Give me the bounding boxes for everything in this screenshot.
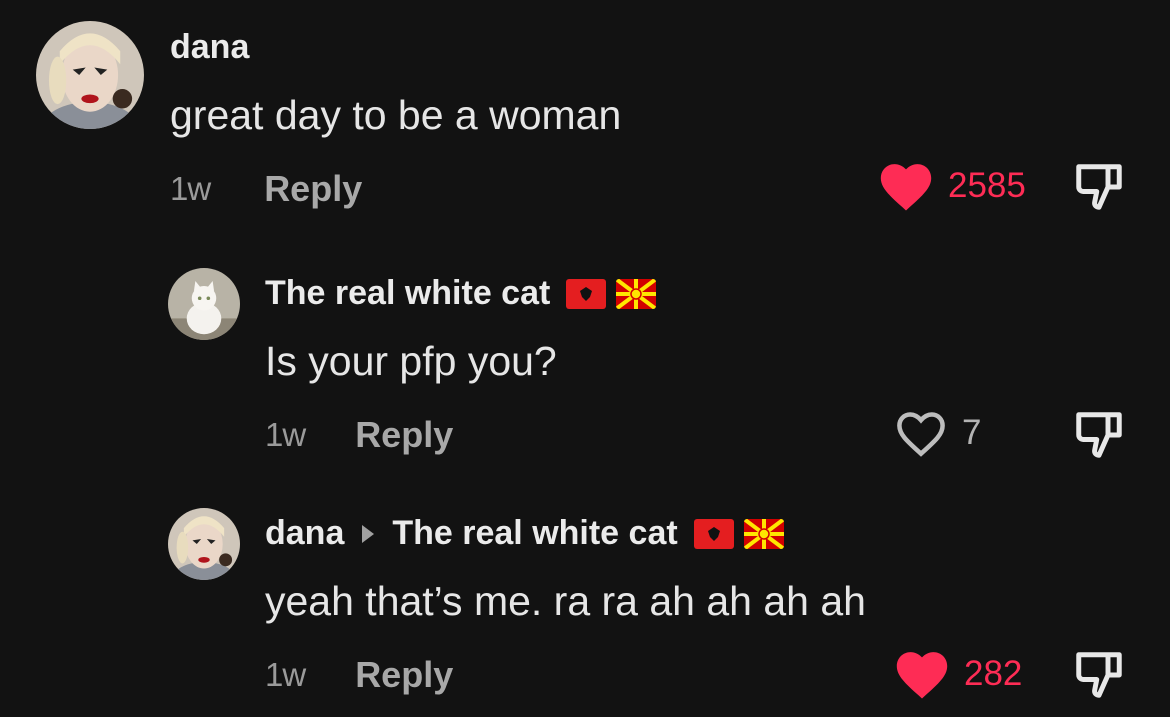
heart-filled-icon	[880, 164, 932, 211]
user-avatar[interactable]	[168, 268, 240, 340]
comment-meta: 1w Reply	[265, 654, 453, 696]
comment-meta: 1w Reply	[265, 414, 453, 456]
albania-flag-icon	[693, 518, 734, 549]
reply-arrow-icon	[362, 524, 375, 543]
heart-filled-icon	[896, 652, 948, 699]
flag-emojis	[566, 278, 657, 309]
comment-username: dana The real white cat	[265, 514, 784, 553]
comment-text: yeah that’s me. ra ra ah ah ah ah	[265, 578, 866, 624]
white-cat-avatar-image	[168, 268, 240, 340]
comment-timestamp: 1w	[265, 416, 306, 453]
reply-button[interactable]: Reply	[264, 168, 362, 210]
like-button[interactable]: 2585	[878, 160, 1026, 212]
woman-glam-avatar-image	[168, 508, 240, 580]
north-macedonia-flag-icon	[616, 278, 657, 309]
flag-emojis	[693, 518, 784, 549]
reply-to-username[interactable]: The real white cat	[392, 514, 677, 553]
comment-username[interactable]: dana	[170, 28, 249, 67]
comment-timestamp: 1w	[170, 170, 211, 207]
like-button[interactable]: 282	[894, 648, 1022, 700]
comment-text: Is your pfp you?	[265, 338, 557, 384]
username-text[interactable]: dana	[265, 514, 344, 553]
username-text[interactable]: dana	[170, 28, 249, 67]
comment-timestamp: 1w	[265, 656, 306, 693]
thumbs-down-icon[interactable]	[1072, 160, 1126, 214]
like-count: 282	[964, 654, 1023, 693]
comment-text: great day to be a woman	[170, 92, 622, 138]
reply-button[interactable]: Reply	[355, 414, 453, 456]
username-text[interactable]: The real white cat	[265, 274, 550, 313]
like-button[interactable]: 7	[894, 408, 981, 458]
thumbs-down-icon[interactable]	[1072, 648, 1126, 702]
comment-username[interactable]: The real white cat	[265, 274, 657, 313]
like-count: 2585	[948, 166, 1026, 205]
user-avatar[interactable]	[168, 508, 240, 580]
albania-flag-icon	[566, 278, 607, 309]
comments-list: dana great day to be a woman 1w Reply 25…	[0, 0, 1170, 717]
like-count: 7	[962, 413, 982, 452]
user-avatar[interactable]	[36, 21, 144, 129]
north-macedonia-flag-icon	[743, 518, 784, 549]
heart-outline-icon	[897, 412, 945, 457]
reply-button[interactable]: Reply	[355, 654, 453, 696]
thumbs-down-icon[interactable]	[1072, 408, 1126, 462]
woman-glam-avatar-image	[36, 21, 144, 129]
comment-meta: 1w Reply	[170, 168, 362, 210]
